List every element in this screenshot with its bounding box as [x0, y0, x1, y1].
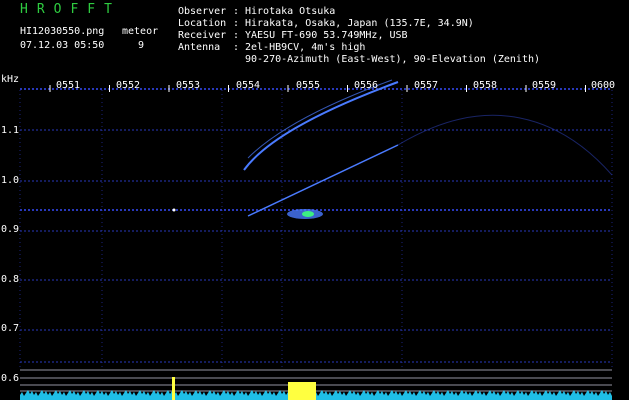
time-tick-0556: 0556 — [354, 80, 379, 91]
meteor-head-core — [302, 211, 314, 217]
meteor-traces — [172, 79, 613, 219]
freq-label-0.9: 0.9 — [1, 224, 20, 235]
spectrogram — [19, 79, 613, 400]
time-tick-0557: 0557 — [414, 80, 439, 91]
freq-label-0.8: 0.8 — [1, 274, 20, 285]
time-tick-0600: 0600 — [591, 80, 616, 91]
time-tick-0551: 0551 — [56, 80, 81, 91]
faint-arc — [397, 114, 613, 176]
time-tick-0555: 0555 — [296, 80, 321, 91]
freq-label-1.1: 1.1 — [1, 125, 20, 136]
freq-label-0.7: 0.7 — [1, 323, 20, 334]
meteor-spike — [288, 382, 316, 400]
time-tick-0552: 0552 — [116, 80, 141, 91]
grid — [19, 85, 613, 392]
time-tick-0554: 0554 — [236, 80, 261, 91]
noise-dot — [172, 208, 176, 212]
freq-label-0.6: 0.6 — [1, 373, 20, 384]
time-tick-0558: 0558 — [473, 80, 498, 91]
signal-spike — [172, 377, 175, 400]
time-tick-0559: 0559 — [532, 80, 557, 91]
spectrum-line — [20, 377, 612, 400]
freq-label-1.0: 1.0 — [1, 175, 20, 186]
meteor-trace-upper — [243, 81, 399, 171]
time-tick-0553: 0553 — [176, 80, 201, 91]
meteor-trace-lower — [247, 144, 399, 217]
